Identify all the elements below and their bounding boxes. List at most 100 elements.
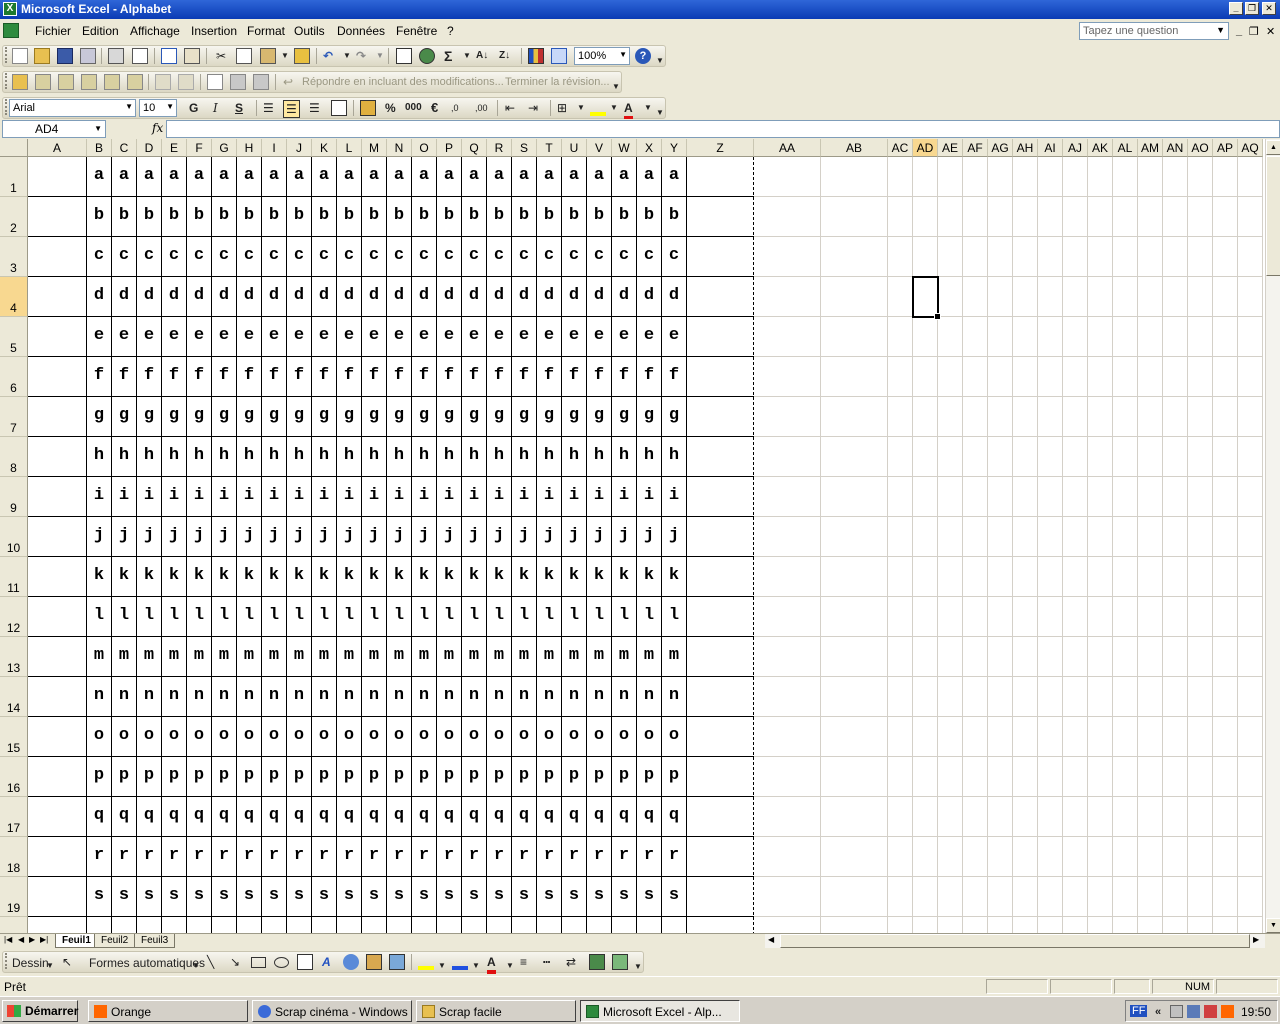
select-all-corner[interactable] [0, 139, 28, 157]
letter-cell[interactable]: s [87, 886, 111, 905]
letter-cell[interactable]: m [162, 646, 186, 665]
letter-cell[interactable]: b [337, 206, 361, 225]
user-tray-icon[interactable] [1187, 1005, 1200, 1018]
letter-cell[interactable]: j [87, 526, 111, 545]
letter-cell[interactable]: i [437, 486, 461, 505]
letter-cell[interactable]: p [512, 766, 536, 785]
letter-cell[interactable]: j [387, 526, 411, 545]
letter-cell[interactable]: o [512, 726, 536, 745]
letter-cell[interactable]: o [562, 726, 586, 745]
letter-cell[interactable]: s [587, 886, 611, 905]
vertical-scrollbar[interactable]: ▲ ▼ [1265, 139, 1280, 933]
letter-cell[interactable]: c [387, 246, 411, 265]
letter-cell[interactable]: e [162, 326, 186, 345]
letter-cell[interactable]: n [312, 686, 336, 705]
printer-tray-icon[interactable] [1170, 1005, 1183, 1018]
letter-cell[interactable]: c [637, 246, 661, 265]
sort-descending-icon[interactable]: Z↓ [499, 48, 510, 64]
letter-cell[interactable]: n [537, 686, 561, 705]
letter-cell[interactable]: e [237, 326, 261, 345]
letter-cell[interactable]: p [212, 766, 236, 785]
help-icon[interactable]: ? [635, 48, 651, 64]
letter-cell[interactable]: l [162, 606, 186, 625]
toolbar-options-icon[interactable]: ▼ [656, 53, 664, 69]
column-header[interactable]: J [287, 139, 312, 157]
letter-cell[interactable]: j [212, 526, 236, 545]
letter-cell[interactable]: j [162, 526, 186, 545]
letter-cell[interactable]: a [162, 166, 186, 185]
menu-outils[interactable]: Outils [294, 24, 325, 38]
decrease-decimal-icon[interactable]: ,00 [475, 100, 488, 116]
track-changes-icon[interactable] [155, 74, 171, 90]
new-icon[interactable] [12, 48, 28, 64]
column-header[interactable]: U [562, 139, 587, 157]
letter-cell[interactable]: o [662, 726, 686, 745]
row-header[interactable]: 14 [0, 677, 28, 717]
autoshapes-button[interactable]: Formes automatiques [89, 955, 205, 971]
letter-cell[interactable]: a [537, 166, 561, 185]
letter-cell[interactable]: f [587, 366, 611, 385]
letter-cell[interactable]: c [162, 246, 186, 265]
letter-cell[interactable]: i [662, 486, 686, 505]
letter-cell[interactable]: k [412, 566, 436, 585]
letter-cell[interactable]: l [412, 606, 436, 625]
letter-cell[interactable]: k [337, 566, 361, 585]
letter-cell[interactable]: p [87, 766, 111, 785]
letter-cell[interactable]: b [137, 206, 161, 225]
new-comment-icon[interactable] [12, 74, 28, 90]
letter-cell[interactable]: l [137, 606, 161, 625]
letter-cell[interactable]: p [437, 766, 461, 785]
letter-cell[interactable]: r [312, 846, 336, 865]
percent-icon[interactable]: % [385, 100, 396, 116]
letter-cell[interactable]: h [612, 446, 636, 465]
letter-cell[interactable]: j [287, 526, 311, 545]
row-header[interactable]: 17 [0, 797, 28, 837]
letter-cell[interactable]: s [187, 886, 211, 905]
letter-cell[interactable]: b [87, 206, 111, 225]
letter-cell[interactable]: j [412, 526, 436, 545]
letter-cell[interactable]: d [562, 286, 586, 305]
letter-cell[interactable]: n [462, 686, 486, 705]
letter-cell[interactable]: d [137, 286, 161, 305]
arrow-icon[interactable]: ↘ [230, 954, 240, 970]
letter-cell[interactable]: c [462, 246, 486, 265]
letter-cell[interactable]: s [262, 886, 286, 905]
sort-ascending-icon[interactable]: A↓ [476, 48, 488, 64]
letter-cell[interactable]: d [587, 286, 611, 305]
letter-cell[interactable]: o [162, 726, 186, 745]
letter-cell[interactable]: h [112, 446, 136, 465]
letter-cell[interactable]: h [262, 446, 286, 465]
letter-cell[interactable]: p [612, 766, 636, 785]
column-header[interactable]: R [487, 139, 512, 157]
letter-cell[interactable]: r [287, 846, 311, 865]
letter-cell[interactable]: a [487, 166, 511, 185]
fill-color-icon[interactable] [418, 954, 434, 970]
toolbar-grip[interactable] [5, 99, 8, 115]
letter-cell[interactable]: b [162, 206, 186, 225]
letter-cell[interactable]: g [312, 406, 336, 425]
letter-cell[interactable]: s [212, 886, 236, 905]
letter-cell[interactable]: q [287, 806, 311, 825]
letter-cell[interactable]: f [187, 366, 211, 385]
letter-cell[interactable]: c [662, 246, 686, 265]
row-header[interactable]: 1 [0, 157, 28, 197]
letter-cell[interactable]: h [487, 446, 511, 465]
letter-cell[interactable]: f [562, 366, 586, 385]
letter-cell[interactable]: e [537, 326, 561, 345]
menu-edition[interactable]: Edition [82, 24, 119, 38]
column-header[interactable]: AB [821, 139, 888, 157]
letter-cell[interactable]: g [87, 406, 111, 425]
delete-comment-icon[interactable] [127, 74, 143, 90]
letter-cell[interactable]: s [137, 886, 161, 905]
letter-cell[interactable]: n [662, 686, 686, 705]
letter-cell[interactable]: h [437, 446, 461, 465]
letter-cell[interactable]: o [487, 726, 511, 745]
letter-cell[interactable]: i [162, 486, 186, 505]
letter-cell[interactable]: k [462, 566, 486, 585]
drawing-icon[interactable] [551, 48, 567, 64]
letter-cell[interactable]: b [362, 206, 386, 225]
letter-cell[interactable]: j [487, 526, 511, 545]
letter-cell[interactable]: r [437, 846, 461, 865]
letter-cell[interactable]: e [637, 326, 661, 345]
last-sheet-icon[interactable]: ▶| [40, 935, 48, 944]
